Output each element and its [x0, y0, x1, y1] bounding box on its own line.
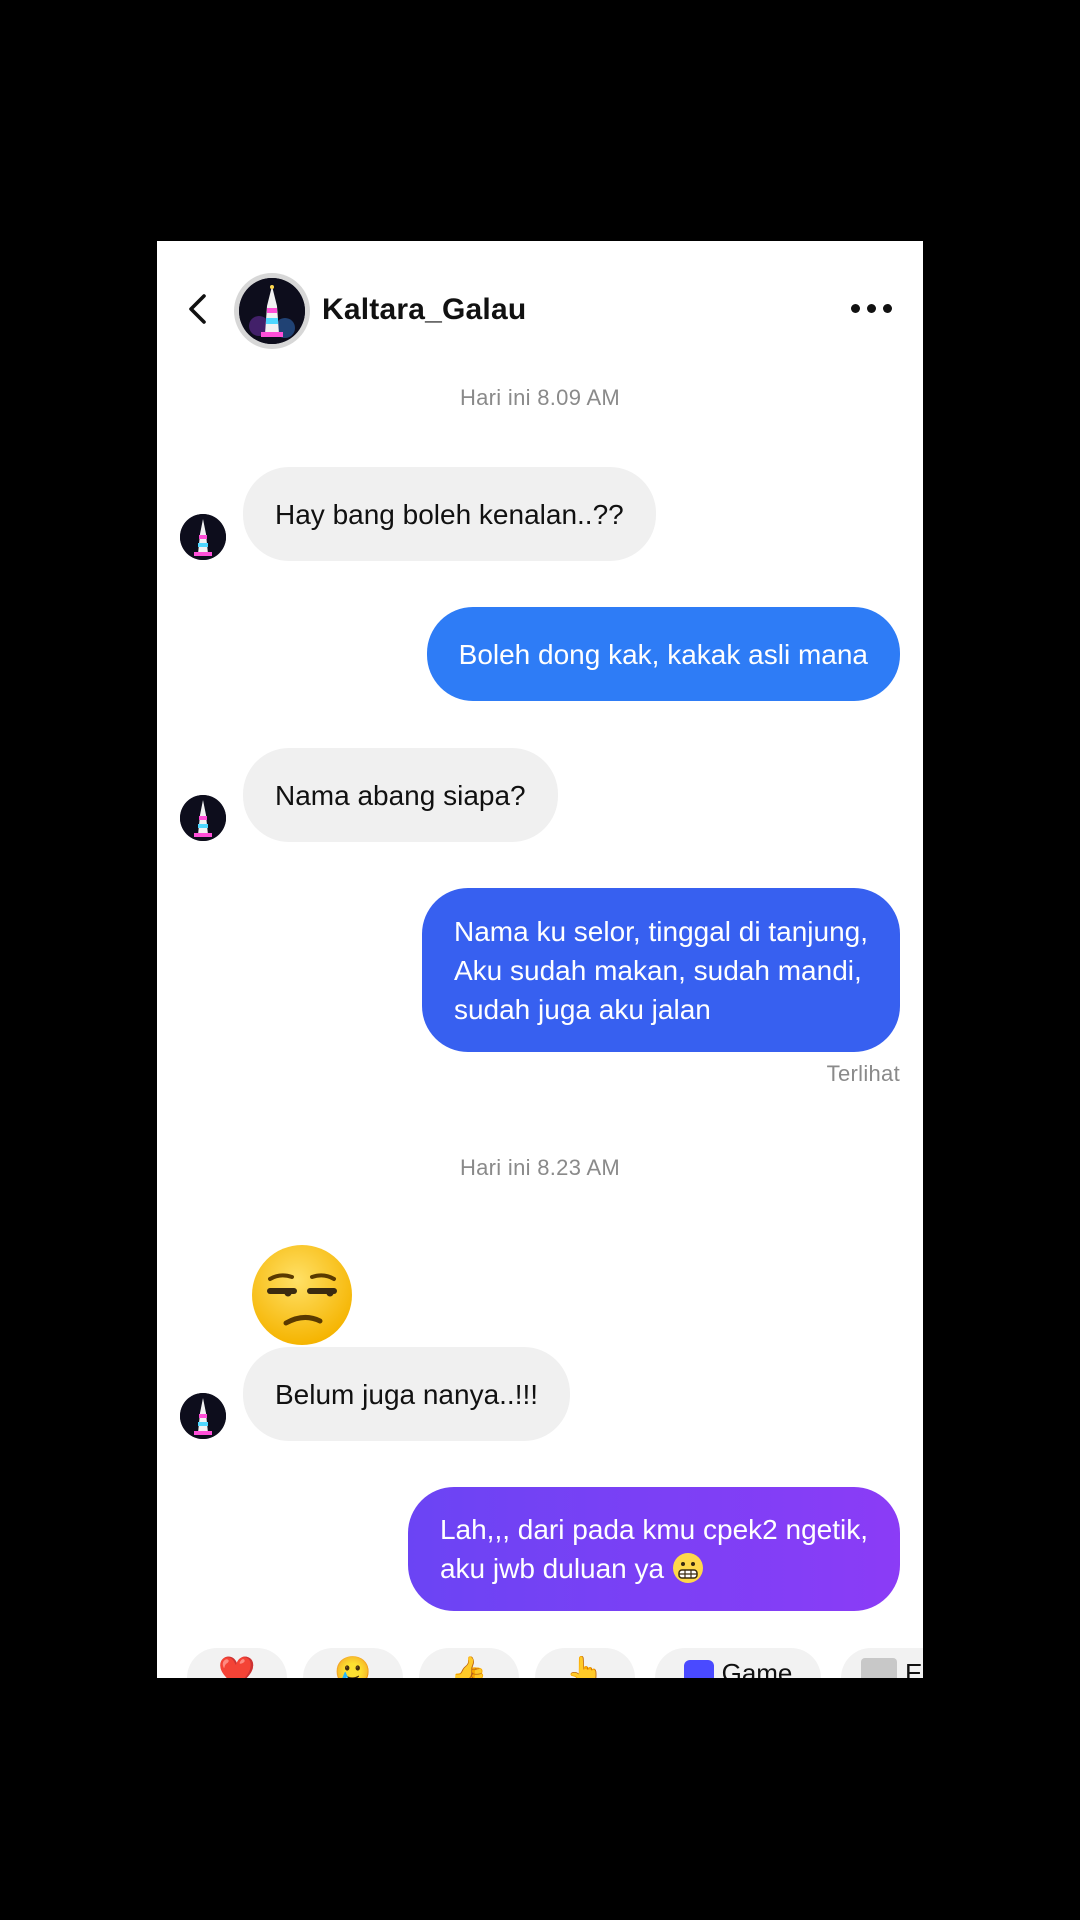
chat-screen: Kaltara_Galau Hari ini 8.09 AM Hay bang … — [157, 241, 923, 1678]
incoming-message-bubble[interactable]: Nama abang siapa? — [243, 748, 558, 842]
chat-username[interactable]: Kaltara_Galau — [322, 293, 526, 327]
message-timestamp: Hari ini 8.23 AM — [459, 1155, 621, 1180]
quick-reply-game[interactable]: Game — [655, 1648, 821, 1678]
quick-reply-smiling-tear[interactable]: 🥲 — [303, 1648, 403, 1678]
outgoing-message-bubble[interactable]: Nama ku selor, tinggal di tanjung, Aku s… — [421, 888, 900, 1052]
outgoing-message-bubble[interactable]: Boleh dong kak, kakak asli mana — [426, 607, 900, 701]
quick-reply-thumbs-up[interactable]: 👍 — [419, 1648, 519, 1678]
quick-reply-bar: ❤️ 🥲 👍 👆 Game E — [157, 1648, 923, 1678]
back-button[interactable] — [179, 289, 219, 329]
sender-avatar[interactable] — [180, 795, 226, 841]
quick-reply-point-up[interactable]: 👆 — [535, 1648, 635, 1678]
seen-status: Terlihat — [826, 1061, 900, 1086]
chevron-left-icon — [189, 294, 206, 324]
quick-reply-heart[interactable]: ❤️ — [187, 1648, 287, 1678]
grimacing-face-emoji — [672, 1552, 704, 1584]
more-options-button[interactable] — [850, 299, 894, 319]
game-icon — [683, 1660, 714, 1678]
sender-avatar[interactable] — [180, 514, 226, 560]
unamused-face-emoji[interactable] — [248, 1241, 356, 1349]
chat-header: Kaltara_Galau — [157, 241, 923, 366]
outgoing-message-text: Lah,,, dari pada kmu cpek2 ngetik, aku j… — [439, 1514, 868, 1584]
outgoing-message-bubble[interactable]: Lah,,, dari pada kmu cpek2 ngetik, aku j… — [407, 1487, 900, 1611]
message-timestamp: Hari ini 8.09 AM — [459, 385, 621, 410]
thumbnail-image — [861, 1658, 897, 1678]
header-avatar[interactable] — [234, 273, 310, 349]
more-horizontal-icon — [851, 304, 860, 313]
incoming-message-bubble[interactable]: Hay bang boleh kenalan..?? — [243, 467, 656, 561]
incoming-message-bubble[interactable]: Belum juga nanya..!!! — [243, 1347, 571, 1441]
monument-avatar-image — [239, 278, 305, 344]
quick-reply-sticker[interactable]: E — [841, 1648, 923, 1678]
sender-avatar[interactable] — [180, 1393, 226, 1439]
